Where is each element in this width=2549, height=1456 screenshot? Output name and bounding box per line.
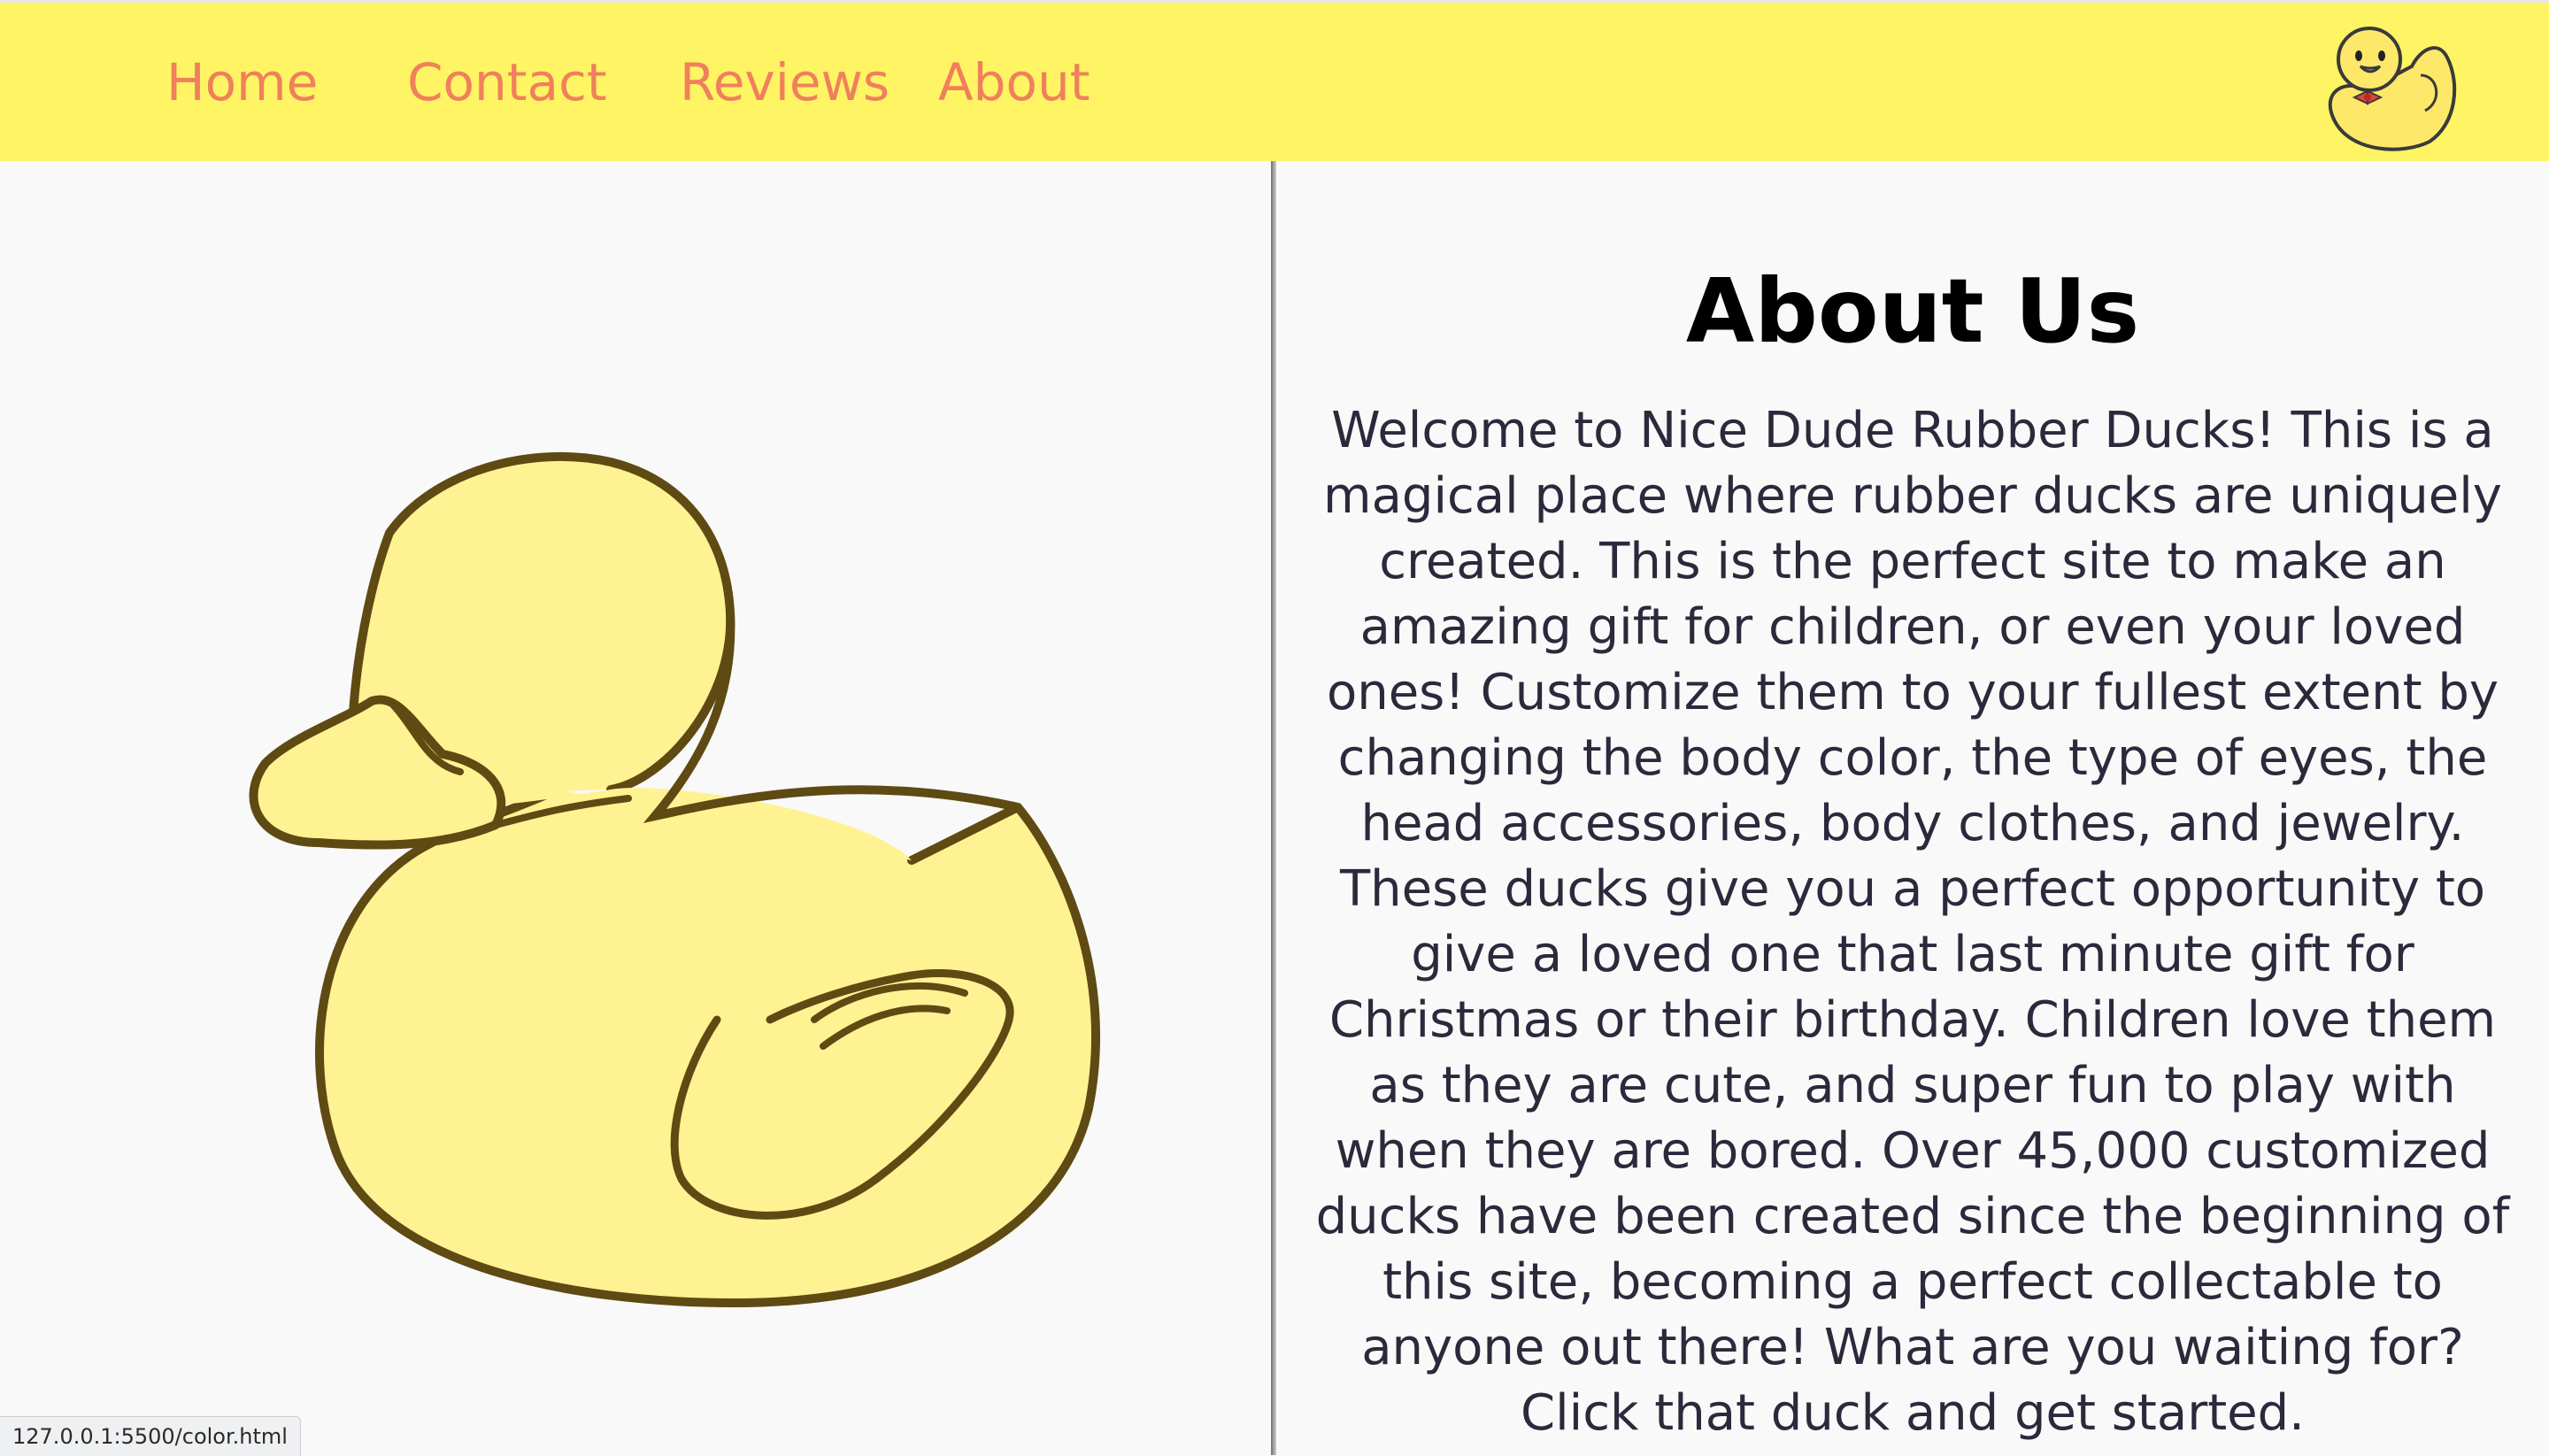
top-navbar: Home Contact Reviews About [0, 0, 2549, 161]
duck-logo-icon[interactable] [2314, 13, 2465, 155]
nav-link-home[interactable]: Home [166, 47, 318, 118]
rubber-duck-illustration[interactable] [239, 400, 1124, 1312]
about-panel: About Us Welcome to Nice Dude Rubber Duc… [1276, 161, 2549, 1455]
nav-link-contact[interactable]: Contact [407, 47, 607, 118]
nav-link-about[interactable]: About [938, 47, 1090, 118]
nav-link-reviews[interactable]: Reviews [680, 47, 889, 118]
browser-status-url: 127.0.0.1:5500/color.html [0, 1416, 301, 1456]
duck-image-panel [0, 161, 1271, 1455]
about-description: Welcome to Nice Dude Rubber Ducks! This … [1315, 402, 2510, 1442]
page-title: About Us [1685, 259, 2140, 363]
